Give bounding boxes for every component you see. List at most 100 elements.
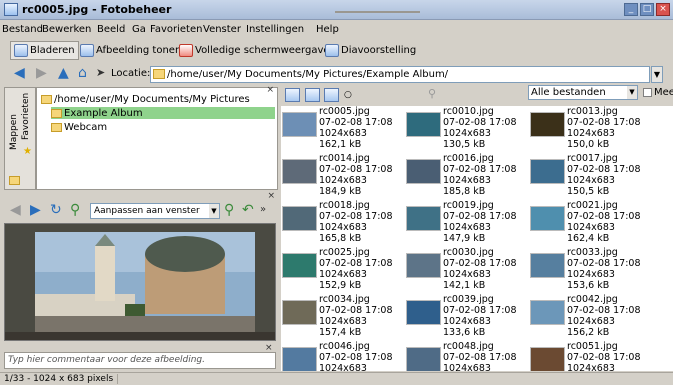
view-thumbnails-icon[interactable] xyxy=(324,88,339,102)
menu-favorieten[interactable]: Favorieten xyxy=(150,24,202,35)
thumbnail-item[interactable]: rc0017.jpg 07-02-08 17:08 1024x683 150,5 kB xyxy=(530,153,654,200)
zoom-select[interactable]: Aanpassen aan venster ▼ xyxy=(90,203,220,219)
view-list-icon[interactable] xyxy=(285,88,300,102)
thumbnail-image[interactable] xyxy=(406,112,441,137)
thumbnail-image[interactable] xyxy=(406,347,441,371)
slideshow-button[interactable]: Diavoorstelling xyxy=(322,41,419,60)
thumbnail-image[interactable] xyxy=(530,159,565,184)
thumbnail-image[interactable] xyxy=(282,347,317,371)
thumbnail-item[interactable]: rc0051.jpg 07-02-08 17:08 1024x683 xyxy=(530,341,654,371)
menu-beeld[interactable]: Beeld xyxy=(97,24,125,35)
menu-bewerken[interactable]: Bewerken xyxy=(42,24,91,35)
thumbnail-item[interactable]: rc0042.jpg 07-02-08 17:08 1024x683 156,2 kB xyxy=(530,294,654,341)
thumbnail-image[interactable] xyxy=(282,159,317,184)
thumbnail-size: 165,8 kB xyxy=(319,233,362,244)
thumbnail-item[interactable]: rc0039.jpg 07-02-08 17:08 1024x683 133,6 kB xyxy=(406,294,530,341)
thumbnail-item[interactable]: rc0018.jpg 07-02-08 17:08 1024x683 165,8 kB xyxy=(282,200,406,247)
minimize-button[interactable]: _ xyxy=(624,3,638,16)
thumbnail-item[interactable]: rc0013.jpg 07-02-08 17:08 1024x683 150,0 kB xyxy=(530,106,654,153)
thumbnail-name: rc0042.jpg xyxy=(567,294,618,305)
close-icon[interactable]: × xyxy=(266,85,274,95)
show-image-button[interactable]: Afbeelding tonen xyxy=(77,41,184,60)
thumbnail-item[interactable]: rc0005.jpg 07-02-08 17:08 1024x683 162,1 kB xyxy=(282,106,406,153)
zoom-icon[interactable]: ⚲ xyxy=(70,203,80,217)
fullscreen-button[interactable]: Volledige schermweergave xyxy=(176,41,333,60)
thumbnail-size: 185,8 kB xyxy=(443,186,486,197)
menu-venster[interactable]: Venster xyxy=(203,24,241,35)
next-icon[interactable]: ▶ xyxy=(30,203,41,217)
more-icon[interactable]: » xyxy=(260,203,266,217)
thumbnail-name: rc0025.jpg xyxy=(319,247,370,258)
thumbnail-image[interactable] xyxy=(406,159,441,184)
tree-item-webcam[interactable]: Webcam xyxy=(51,121,107,133)
back-icon[interactable]: ◀ xyxy=(14,66,25,80)
thumbnail-date: 07-02-08 17:08 xyxy=(443,117,517,128)
close-button[interactable]: × xyxy=(656,3,670,16)
thumbnail-name: rc0034.jpg xyxy=(319,294,370,305)
menu-instellingen[interactable]: Instellingen xyxy=(246,24,304,35)
up-icon[interactable]: ▲ xyxy=(58,66,69,80)
browse-button[interactable]: Bladeren xyxy=(10,41,79,60)
reload-icon[interactable]: ↻ xyxy=(50,203,62,217)
thumbnail-image[interactable] xyxy=(530,300,565,325)
image-preview[interactable] xyxy=(4,223,276,341)
thumbnail-item[interactable]: rc0046.jpg 07-02-08 17:08 1024x683 xyxy=(282,341,406,371)
main-toolbar: Bladeren Afbeelding tonen Volledige sche… xyxy=(0,39,673,61)
thumbnail-image[interactable] xyxy=(530,206,565,231)
location-input[interactable]: /home/user/My Documents/My Pictures/Exam… xyxy=(150,66,650,83)
view-details-icon[interactable] xyxy=(305,88,320,102)
thumbnail-image[interactable] xyxy=(530,347,565,371)
tab-mappen[interactable]: Mappen xyxy=(9,114,19,150)
thumbnail-dims: 1024x683 xyxy=(319,269,367,280)
thumbnail-image[interactable] xyxy=(406,206,441,231)
tree-item-example-album[interactable]: Example Album xyxy=(51,107,275,119)
more-checkbox[interactable]: Mee xyxy=(643,87,673,98)
thumbnail-image[interactable] xyxy=(406,300,441,325)
location-label: Locatie: xyxy=(111,68,151,79)
thumbnail-item[interactable]: rc0048.jpg 07-02-08 17:08 1024x683 xyxy=(406,341,530,371)
menu-bar: Bestand Bewerken Beeld Ga Favorieten Ven… xyxy=(0,21,673,38)
close-icon[interactable]: × xyxy=(267,191,275,201)
thumbnail-grid: rc0005.jpg 07-02-08 17:08 1024x683 162,1 kB… xyxy=(281,106,673,371)
thumbnail-item[interactable]: rc0010.jpg 07-02-08 17:08 1024x683 130,5 kB xyxy=(406,106,530,153)
thumbnail-image[interactable] xyxy=(282,253,317,278)
thumbnail-image[interactable] xyxy=(406,253,441,278)
folder-icon xyxy=(51,122,62,132)
location-dropdown-button[interactable]: ▼ xyxy=(651,66,663,83)
home-icon[interactable]: ⌂ xyxy=(78,66,87,80)
slider-handle-icon[interactable]: ○ xyxy=(344,90,352,100)
thumbnail-image[interactable] xyxy=(282,300,317,325)
previous-icon[interactable]: ◀ xyxy=(10,203,21,217)
thumbnail-image[interactable] xyxy=(282,206,317,231)
maximize-button[interactable]: □ xyxy=(640,3,654,16)
browse-label: Bladeren xyxy=(30,45,75,56)
file-filter-value: Alle bestanden xyxy=(531,87,606,98)
menu-help[interactable]: Help xyxy=(316,24,339,35)
thumbnail-item[interactable]: rc0034.jpg 07-02-08 17:08 1024x683 157,4 kB xyxy=(282,294,406,341)
thumbnail-item[interactable]: rc0033.jpg 07-02-08 17:08 1024x683 153,6 kB xyxy=(530,247,654,294)
thumbnail-item[interactable]: rc0021.jpg 07-02-08 17:08 1024x683 162,4 kB xyxy=(530,200,654,247)
tab-favorieten[interactable]: Favorieten xyxy=(21,93,31,140)
thumbnail-image[interactable] xyxy=(530,112,565,137)
folder-icon xyxy=(41,94,52,104)
thumbnail-item[interactable]: rc0016.jpg 07-02-08 17:08 1024x683 185,8 kB xyxy=(406,153,530,200)
menu-bestand[interactable]: Bestand xyxy=(2,24,43,35)
thumbnail-image[interactable] xyxy=(282,112,317,137)
file-filter-select[interactable]: Alle bestanden ▼ xyxy=(528,85,638,100)
thumbnail-dims: 1024x683 xyxy=(443,222,491,233)
rotate-icon[interactable]: ↶ xyxy=(242,203,254,217)
menu-ga[interactable]: Ga xyxy=(132,24,146,35)
thumbnail-dims: 1024x683 xyxy=(443,128,491,139)
forward-icon[interactable]: ▶ xyxy=(36,66,47,80)
thumbnail-size-slider[interactable] xyxy=(335,11,420,13)
thumbnail-item[interactable]: rc0019.jpg 07-02-08 17:08 1024x683 147,9 kB xyxy=(406,200,530,247)
tree-root[interactable]: /home/user/My Documents/My Pictures xyxy=(41,93,250,105)
image-icon xyxy=(80,44,94,57)
thumbnail-image[interactable] xyxy=(530,253,565,278)
comment-field[interactable]: Typ hier commentaar voor deze afbeelding… xyxy=(4,352,276,369)
thumbnail-item[interactable]: rc0025.jpg 07-02-08 17:08 1024x683 152,9 kB xyxy=(282,247,406,294)
thumbnail-size: 133,6 kB xyxy=(443,327,486,338)
zoom-in-icon[interactable]: ⚲ xyxy=(224,203,234,217)
thumbnail-item[interactable]: rc0014.jpg 07-02-08 17:08 1024x683 184,9 kB xyxy=(282,153,406,200)
thumbnail-item[interactable]: rc0030.jpg 07-02-08 17:08 1024x683 142,1 kB xyxy=(406,247,530,294)
